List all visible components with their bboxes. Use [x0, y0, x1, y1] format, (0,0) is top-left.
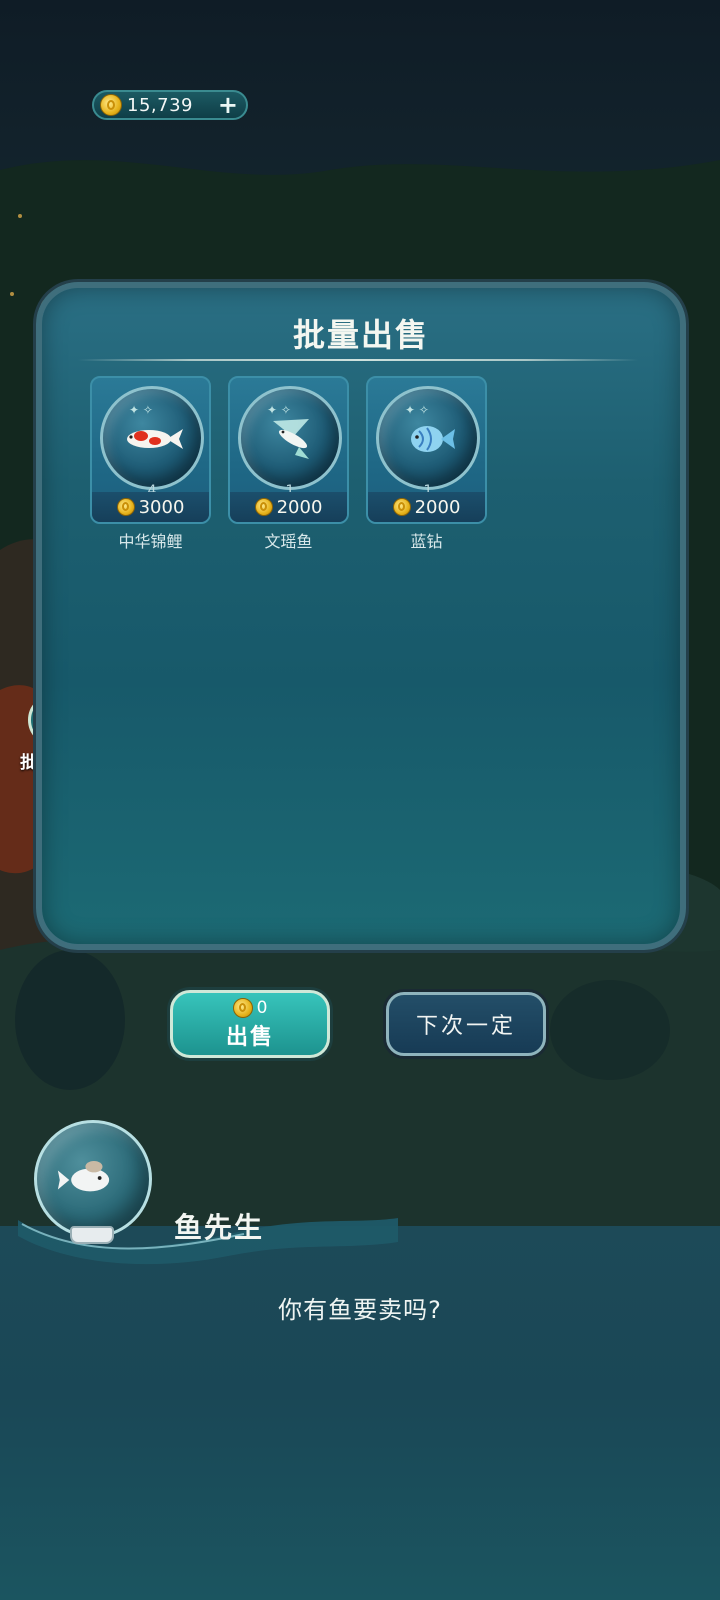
sparkle [18, 214, 22, 218]
speaker-name: 鱼先生 [174, 1211, 265, 1244]
koi-fish-icon [127, 429, 183, 449]
sell-amount: 0 [256, 998, 268, 1018]
fish-card-box: ✦ ✧ 1 2000 [228, 376, 349, 524]
batch-sell-panel: 批量出售 ✦ ✧ 4 3000 中华锦鲤 ✦ ✧ 1 2000 文瑶鱼 ✦ ✧ … [36, 282, 686, 950]
fish-card-box: ✦ ✧ 4 3000 [90, 376, 211, 524]
fish-avatar-icon [57, 1160, 110, 1192]
fish-price: 2000 [276, 496, 323, 518]
coin-icon [392, 498, 411, 516]
bowl-stand [70, 1226, 114, 1244]
sparkle [10, 292, 14, 296]
title-divider [78, 359, 638, 361]
dialogue-text: 你有鱼要卖吗? [278, 1296, 442, 1324]
coin-balance-bar: 15,739 + [92, 90, 248, 120]
coin-icon [232, 998, 253, 1018]
blue-diamond-fish-icon [411, 426, 455, 452]
dialogue-box[interactable] [0, 1226, 720, 1600]
fish-grid: ✦ ✧ 4 3000 中华锦鲤 ✦ ✧ 1 2000 文瑶鱼 ✦ ✧ 1 200… [90, 376, 487, 552]
fish-bubble: ✦ ✧ 4 [100, 386, 204, 499]
fish-card[interactable]: ✦ ✧ 4 3000 中华锦鲤 [90, 376, 211, 552]
sell-label: 出售 [225, 1025, 274, 1050]
fish-price: 2000 [414, 496, 461, 518]
fish-bubble: ✦ ✧ 1 [376, 386, 480, 499]
price-row: 2000 [230, 492, 347, 522]
fish-card[interactable]: ✦ ✧ 1 2000 文瑶鱼 [228, 376, 349, 552]
fish-name: 文瑶鱼 [264, 532, 313, 551]
add-coins-button[interactable]: + [218, 93, 238, 117]
price-row: 3000 [92, 492, 209, 522]
fish-name: 中华锦鲤 [118, 532, 183, 551]
sell-button[interactable]: 0 出售 [170, 990, 330, 1058]
fish-name: 蓝钻 [410, 532, 443, 551]
next-time-button[interactable]: 下次一定 [386, 992, 546, 1056]
fish-card-box: ✦ ✧ 1 2000 [366, 376, 487, 524]
fish-bubble: ✦ ✧ 1 [238, 386, 342, 499]
price-row: 2000 [368, 492, 485, 522]
fish-card[interactable]: ✦ ✧ 1 2000 蓝钻 [366, 376, 487, 552]
coin-icon [116, 498, 135, 516]
coin-icon [254, 498, 273, 516]
coin-icon [100, 94, 122, 116]
coin-count: 15,739 [127, 94, 193, 116]
speaker-avatar [34, 1120, 152, 1238]
sell-total: 0 [173, 998, 327, 1018]
fish-price: 3000 [138, 496, 185, 518]
flying-fish-icon [273, 419, 309, 459]
panel-title: 批量出售 [292, 316, 429, 354]
